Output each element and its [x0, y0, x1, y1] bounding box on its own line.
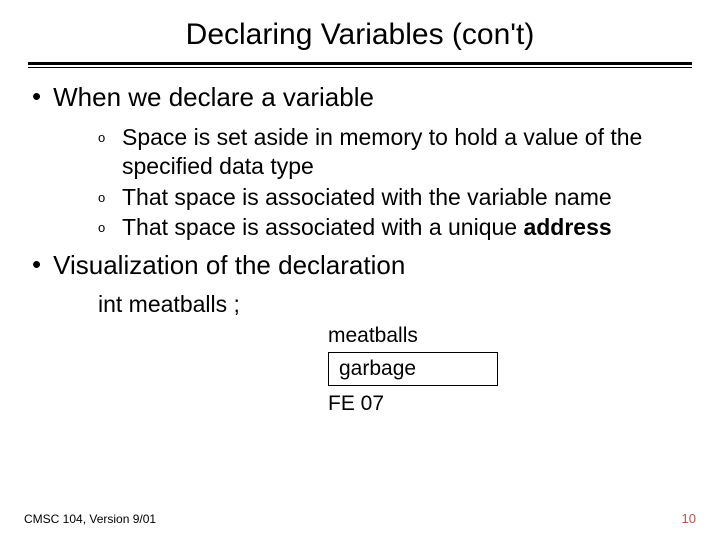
viz-address: FE 07	[328, 392, 692, 416]
slide-title: Declaring Variables (con't)	[28, 18, 692, 52]
title-rule-thin	[28, 67, 692, 68]
viz-memory-box: garbage	[328, 352, 498, 386]
bullet-2-text: Visualization of the declaration	[53, 250, 405, 281]
slide: Declaring Variables (con't) • When we de…	[0, 0, 720, 540]
sub-bullet-list-1: o Space is set aside in memory to hold a…	[98, 123, 692, 242]
bullet-1: • When we declare a variable	[32, 82, 692, 113]
sub-marker-icon: o	[98, 213, 108, 236]
footer-page-number: 10	[682, 511, 696, 526]
sub-bullet-3-bold: address	[523, 214, 611, 240]
code-declaration: int meatballs ;	[98, 291, 692, 318]
sub-marker-icon: o	[98, 123, 108, 146]
sub-bullet-1: o Space is set aside in memory to hold a…	[98, 123, 692, 181]
sub-bullet-3-prefix: That space is associated with a unique	[122, 214, 523, 240]
bullet-2: • Visualization of the declaration	[32, 250, 692, 281]
sub-marker-icon: o	[98, 183, 108, 206]
sub-bullet-1-text: Space is set aside in memory to hold a v…	[122, 123, 692, 181]
footer-course: CMSC 104, Version 9/01	[24, 512, 156, 526]
bullet-dot-icon: •	[32, 250, 41, 279]
sub-bullet-2: o That space is associated with the vari…	[98, 183, 692, 212]
memory-visualization: meatballs garbage FE 07	[328, 324, 692, 416]
sub-bullet-3-text: That space is associated with a unique a…	[122, 213, 612, 242]
sub-bullet-2-text: That space is associated with the variab…	[122, 183, 612, 212]
bullet-1-text: When we declare a variable	[53, 82, 374, 113]
sub-bullet-3: o That space is associated with a unique…	[98, 213, 692, 242]
bullet-dot-icon: •	[32, 82, 41, 111]
title-rule-thick	[28, 62, 692, 65]
viz-variable-name: meatballs	[328, 324, 692, 348]
